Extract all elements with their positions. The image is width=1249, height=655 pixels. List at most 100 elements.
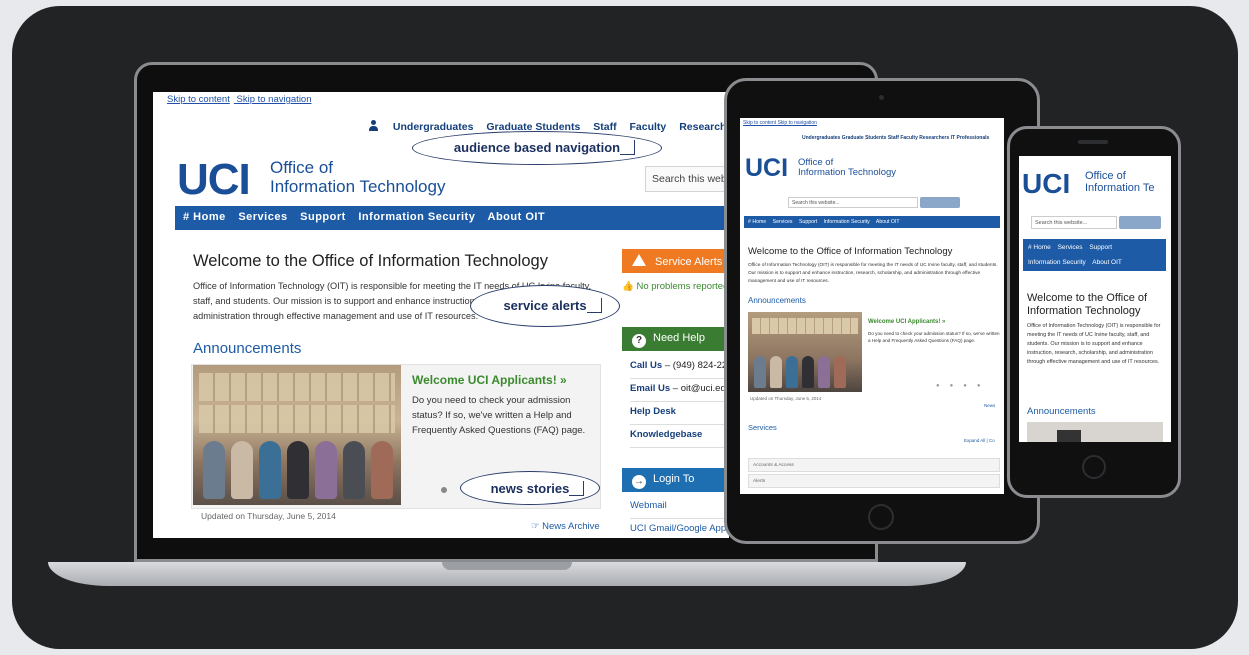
tablet-nav-about[interactable]: About OIT <box>876 219 900 225</box>
tablet-logo-line2: Information Technology <box>798 167 897 178</box>
person-icon <box>369 120 378 131</box>
logo-subtitle: Office of Information Technology <box>270 158 445 196</box>
photo-person <box>818 356 830 388</box>
login-to-header: → Login To <box>622 468 729 492</box>
photo-person <box>802 356 814 388</box>
tablet-news-archive-link[interactable]: News <box>984 403 995 408</box>
phone-uci-logo[interactable]: UCI <box>1022 170 1070 198</box>
photo-person <box>315 441 337 499</box>
alert-status: 👍 No problems reported <box>622 281 728 292</box>
photo-person <box>203 441 225 499</box>
tablet-camera <box>879 95 884 100</box>
tablet-main-nav: # Home Services Support Information Secu… <box>744 216 1000 228</box>
phone-nav-security[interactable]: Information Security <box>1028 259 1086 266</box>
question-icon: ? <box>632 334 646 348</box>
news-archive-label: News Archive <box>542 521 600 532</box>
phone-news-photo[interactable] <box>1027 422 1163 442</box>
news-archive-link[interactable]: ☞ News Archive <box>531 521 600 532</box>
photo-person <box>259 441 281 499</box>
phone-logo-line2: Information Te <box>1085 182 1155 194</box>
phone-nav-home[interactable]: # Home <box>1028 244 1051 251</box>
tablet-intro-text: Office of Information Technology (OIT) i… <box>748 263 998 284</box>
tablet-nav-home[interactable]: # Home <box>748 219 766 225</box>
skip-to-content-link[interactable]: Skip to content <box>167 94 230 105</box>
help-call[interactable]: Call Us – (949) 824-2222 <box>630 356 729 379</box>
nav-staff[interactable]: Staff <box>593 121 616 133</box>
knowledgebase-label: Knowledgebase <box>630 429 703 440</box>
phone-speaker <box>1078 140 1108 144</box>
help-desk-link[interactable]: Help Desk <box>630 402 729 425</box>
carousel-dot[interactable] <box>441 487 447 493</box>
nav-about-oit[interactable]: About OIT <box>488 211 546 223</box>
logo-subtitle-line2: Information Technology <box>270 177 446 196</box>
phone-nav-support[interactable]: Support <box>1089 244 1112 251</box>
help-email-value: – oit@uci.edu <box>670 383 729 394</box>
photo-person <box>754 356 766 388</box>
callout-service-alerts: service alerts <box>470 285 620 327</box>
tablet-carousel-dots[interactable]: ●●●● <box>936 383 991 389</box>
tablet-uci-logo[interactable]: UCI <box>745 156 788 181</box>
news-photo[interactable] <box>193 365 401 505</box>
photo-shelf <box>199 405 395 433</box>
tablet-announcements-heading: Announcements <box>748 296 806 305</box>
webmail-link[interactable]: Webmail <box>630 496 729 519</box>
uci-logo[interactable]: UCI <box>177 158 251 202</box>
gmail-link[interactable]: UCI Gmail/Google Apps <box>630 519 729 538</box>
need-help-header: ? Need Help <box>622 327 729 351</box>
phone-search-button[interactable] <box>1119 216 1161 229</box>
logo-subtitle-line1: Office of <box>270 158 333 177</box>
nav-information-security[interactable]: Information Security <box>358 211 475 223</box>
login-list: Webmail UCI Gmail/Google Apps <box>630 496 729 538</box>
news-headline-link[interactable]: Welcome UCI Applicants! » <box>412 373 567 387</box>
need-help-label: Need Help <box>653 332 705 344</box>
tablet-news-photo[interactable] <box>748 312 862 392</box>
photo-person <box>834 356 846 388</box>
help-desk-label: Help Desk <box>630 406 676 417</box>
alert-status-text: No problems reported <box>636 281 729 292</box>
nav-services[interactable]: Services <box>238 211 287 223</box>
tablet-page-title: Welcome to the Office of Information Tec… <box>748 246 953 257</box>
nav-faculty[interactable]: Faculty <box>630 121 667 133</box>
tablet-audience-nav[interactable]: Undergraduates Graduate Students Staff F… <box>802 135 989 141</box>
thumbs-up-icon: 👍 <box>622 281 634 292</box>
help-email-label: Email Us <box>630 383 671 394</box>
tablet-accordion-accounts[interactable]: Accounts & Access <box>748 458 1000 472</box>
tablet-nav-security[interactable]: Information Security <box>824 219 870 225</box>
tablet-news-headline[interactable]: Welcome UCI Applicants! » <box>868 319 945 325</box>
tablet-expand-all-link[interactable]: Expand All | Co <box>964 438 995 443</box>
phone-logo-line1: Office of <box>1085 170 1126 182</box>
tablet-services-heading: Services <box>748 423 777 432</box>
nav-support[interactable]: Support <box>300 211 346 223</box>
callout-news-stories: news stories <box>460 471 600 505</box>
phone-home-button <box>1082 455 1106 479</box>
tablet-nav-support[interactable]: Support <box>799 219 817 225</box>
updated-date: Updated on Thursday, June 5, 2014 <box>201 511 336 521</box>
tablet-logo-subtitle: Office of Information Technology <box>798 158 896 178</box>
laptop-notch <box>442 562 572 570</box>
phone-announcements-heading: Announcements <box>1027 406 1096 417</box>
knowledgebase-link[interactable]: Knowledgebase <box>630 425 729 448</box>
photo-shelf <box>752 318 858 334</box>
tablet-search-button[interactable] <box>920 197 960 208</box>
phone-search-input[interactable]: Search this website... <box>1031 216 1117 229</box>
news-summary: Do you need to check your admission stat… <box>412 395 586 436</box>
tablet-skip-links[interactable]: Skip to content Skip to navigation <box>743 120 817 126</box>
main-nav: # Home Services Support Information Secu… <box>175 206 729 230</box>
phone-nav-about[interactable]: About OIT <box>1092 259 1122 266</box>
nav-researchers[interactable]: Researchers <box>679 121 729 133</box>
phone-main-nav: # Home Services Support Information Secu… <box>1023 239 1166 271</box>
skip-to-navigation-link[interactable]: Skip to navigation <box>237 94 312 105</box>
warning-icon <box>632 254 646 266</box>
tablet-screen: Skip to content Skip to navigation Under… <box>740 118 1004 494</box>
service-alerts-header[interactable]: Service Alerts <box>622 249 729 273</box>
phone-nav-services[interactable]: Services <box>1058 244 1083 251</box>
tablet-nav-services[interactable]: Services <box>773 219 793 225</box>
tablet-search-input[interactable]: Search this website... <box>788 197 918 208</box>
search-input[interactable]: Search this website... <box>645 166 729 192</box>
page-title: Welcome to the Office of Information Tec… <box>193 252 548 270</box>
tablet-accordion-alerts[interactable]: Alerts <box>748 474 1000 488</box>
nav-undergraduates[interactable]: Undergraduates <box>393 121 474 133</box>
help-email[interactable]: Email Us – oit@uci.edu <box>630 379 729 402</box>
help-list: Call Us – (949) 824-2222 Email Us – oit@… <box>630 356 729 448</box>
nav-home[interactable]: # Home <box>183 211 226 223</box>
